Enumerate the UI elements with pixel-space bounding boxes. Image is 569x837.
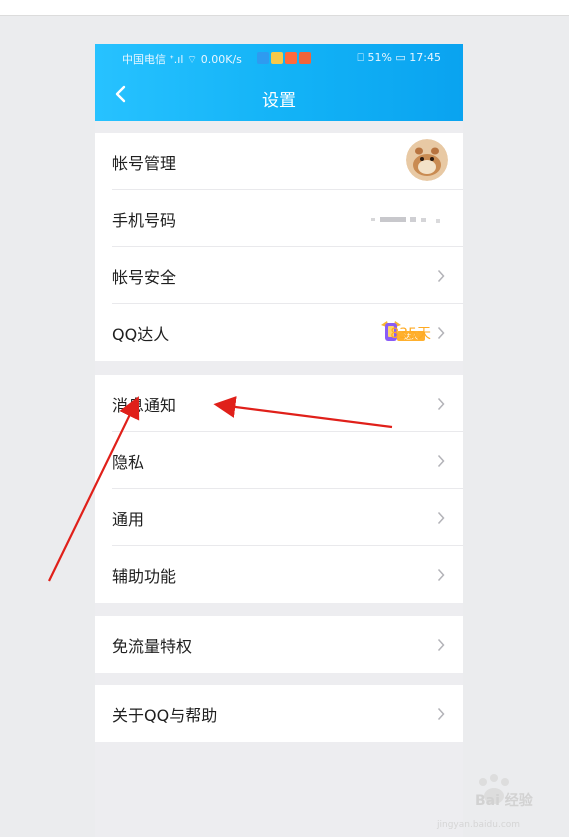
battery-icon: ▭ [395,51,410,64]
status-bar: 中国电信 ᐩ.ıl ⌔ 0.00K/s ⎕ 51% ▭ 17:45 [95,49,463,67]
chevron-right-icon [437,707,445,720]
page-title: 设置 [262,91,296,111]
net-speed: 0.00K/s [200,53,242,66]
setting-qq-daren[interactable]: QQ达人 达人 835天 [95,304,463,361]
status-right: ⎕ 51% ▭ 17:45 [357,51,441,65]
setting-accessibility[interactable]: 辅助功能 [95,546,463,603]
settings-header: 中国电信 ᐩ.ıl ⌔ 0.00K/s ⎕ 51% ▭ 17:45 设置 [95,44,463,121]
chevron-right-icon [437,511,445,524]
chevron-right-icon [437,397,445,410]
setting-label: 隐私 [112,452,145,472]
setting-account-security[interactable]: 帐号安全 [95,247,463,304]
setting-account-management[interactable]: 帐号管理 [95,133,463,190]
daren-days: 835天 [390,325,431,342]
setting-label: 帐号管理 [112,153,177,173]
chevron-right-icon [437,269,445,282]
phone-screen: 中国电信 ᐩ.ıl ⌔ 0.00K/s ⎕ 51% ▭ 17:45 设置 帐号管… [95,44,463,837]
settings-group-data: 免流量特权 [95,616,463,673]
setting-phone-number[interactable]: 手机号码 [95,190,463,247]
setting-label: 手机号码 [112,210,177,230]
signal-icon: ᐩ.ıl ⌔ [169,53,201,66]
chevron-right-icon [437,638,445,651]
avatar[interactable] [406,139,448,181]
notification-icons [257,52,311,64]
setting-label: 辅助功能 [112,566,177,586]
app-icon [271,52,283,64]
blurred-phone-value [371,217,440,223]
setting-notifications[interactable]: 消息通知 [95,375,463,432]
chevron-right-icon [437,326,445,339]
clock: 17:45 [409,51,441,64]
status-left: 中国电信 ᐩ.ıl ⌔ 0.00K/s [122,51,242,67]
setting-label: 帐号安全 [112,267,177,287]
qq-app-icon [257,52,269,64]
setting-label: 消息通知 [112,395,177,415]
setting-label: QQ达人 [112,324,170,344]
settings-group-account: 帐号管理 手机号码 帐号安全 QQ达人 达人 835天 [95,133,463,361]
setting-label: 关于QQ与帮助 [112,705,218,725]
setting-label: 通用 [112,509,145,529]
battery-percent: 51% [367,51,392,64]
chevron-right-icon [437,568,445,581]
setting-free-data[interactable]: 免流量特权 [95,616,463,673]
top-border-bar [0,0,569,16]
vibrate-icon: ⎕ [357,51,368,64]
carrier-name: 中国电信 [122,53,166,66]
watermark-brand: Bai 经验 [475,793,533,809]
setting-privacy[interactable]: 隐私 [95,432,463,489]
app-icon [285,52,297,64]
watermark-url: jingyan.baidu.com [437,820,521,830]
setting-general[interactable]: 通用 [95,489,463,546]
setting-label: 免流量特权 [112,636,193,656]
weibo-icon [299,52,311,64]
settings-group-general: 消息通知 隐私 通用 辅助功能 [95,375,463,603]
settings-group-about: 关于QQ与帮助 [95,685,463,742]
setting-about-help[interactable]: 关于QQ与帮助 [95,685,463,742]
chevron-right-icon [437,454,445,467]
